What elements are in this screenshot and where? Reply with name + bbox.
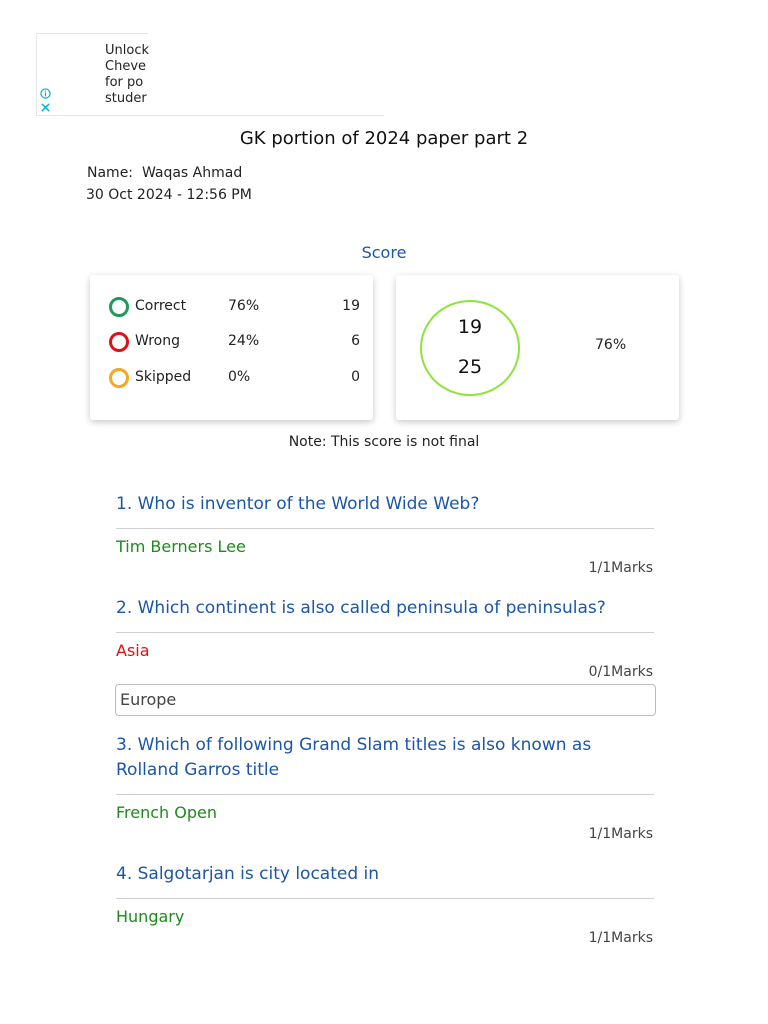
stat-label: Skipped (135, 369, 192, 385)
name-value: Waqas Ahmad (141, 165, 243, 181)
correct-circle-icon (109, 297, 129, 317)
answer-2: Asia (116, 641, 150, 660)
answer-4: Hungary (116, 907, 185, 926)
ad-text[interactable]: Unlock Cheve for po studer (105, 43, 149, 107)
student-name: Name: Waqas Ahmad (87, 165, 242, 181)
correct-answer-2: Europe (115, 684, 656, 716)
ad-blank-area (148, 33, 384, 116)
answer-3: French Open (116, 803, 218, 822)
stat-label: Correct (135, 298, 187, 314)
divider (116, 632, 654, 633)
close-icon[interactable] (40, 102, 51, 113)
name-label: Name: (87, 165, 134, 181)
stat-row-skipped: Skipped 0% 0 (108, 366, 360, 388)
score-ring: 19 25 (420, 300, 520, 396)
overall-percent: 76% (595, 337, 627, 353)
stat-percent: 0% (228, 369, 251, 385)
ad-line: Unlock (105, 43, 149, 58)
score-total: 25 (457, 356, 483, 378)
page-title: GK portion of 2024 paper part 2 (239, 128, 529, 149)
score-heading: Score (361, 243, 407, 262)
skipped-circle-icon (109, 368, 129, 388)
divider (116, 898, 654, 899)
stat-label: Wrong (135, 333, 180, 349)
question-2: 2. Which continent is also called penins… (116, 598, 606, 618)
question-4: 4. Salgotarjan is city located in (116, 864, 380, 884)
stat-count: 19 (342, 298, 360, 314)
stat-count: 6 (351, 333, 360, 349)
score-summary-card: 19 25 76% (396, 275, 679, 420)
divider (116, 528, 654, 529)
marks-2: 0/1Marks (588, 664, 653, 680)
stat-row-correct: Correct 76% 19 (108, 295, 360, 317)
marks-1: 1/1Marks (588, 560, 653, 576)
ad-line: Cheve (105, 59, 147, 74)
divider (116, 794, 654, 795)
stat-count: 0 (351, 369, 360, 385)
stat-percent: 76% (228, 298, 260, 314)
info-icon[interactable] (40, 88, 51, 99)
answer-1: Tim Berners Lee (116, 537, 246, 556)
stat-percent: 24% (228, 333, 260, 349)
ad-line: studer (105, 91, 147, 106)
ad-line: for po (105, 75, 144, 90)
score-obtained: 19 (457, 316, 483, 338)
submission-datetime: 30 Oct 2024 - 12:56 PM (86, 187, 252, 203)
stat-row-wrong: Wrong 24% 6 (108, 330, 360, 352)
question-3: 3. Which of following Grand Slam titles … (116, 735, 592, 780)
ad-banner[interactable]: Unlock Cheve for po studer (36, 33, 384, 116)
score-breakdown-card: Correct 76% 19 Wrong 24% 6 Skipped 0% 0 (90, 275, 373, 420)
score-note: Note: This score is not final (288, 434, 480, 450)
question-1: 1. Who is inventor of the World Wide Web… (116, 494, 480, 514)
marks-4: 1/1Marks (588, 930, 653, 946)
wrong-circle-icon (109, 332, 129, 352)
marks-3: 1/1Marks (588, 826, 653, 842)
